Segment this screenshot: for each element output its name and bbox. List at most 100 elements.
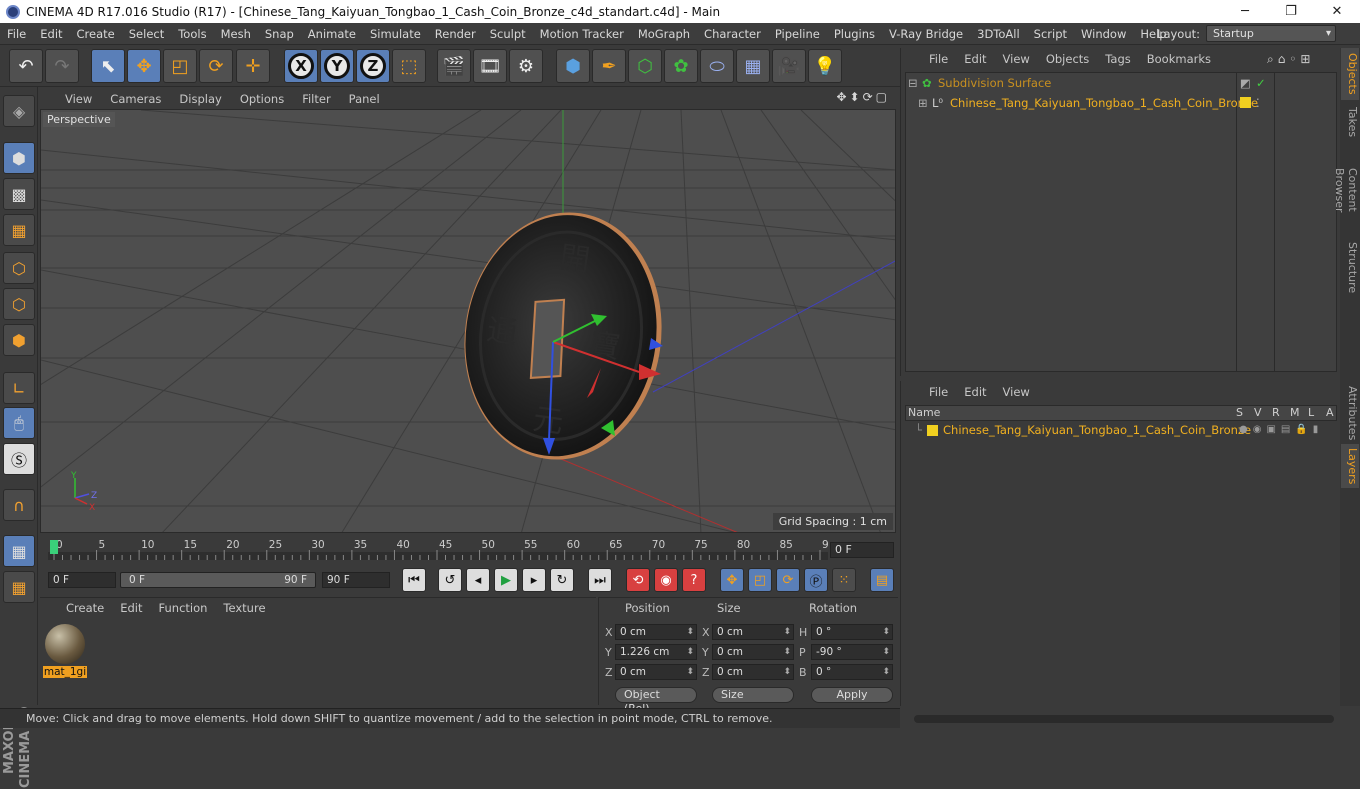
size-z-field[interactable]: 0 cm <box>712 664 794 680</box>
rot-b-field[interactable]: 0 ° <box>811 664 893 680</box>
layer-row[interactable]: └ Chinese_Tang_Kaiyuan_Tongbao_1_Cash_Co… <box>905 421 1337 439</box>
redo-icon[interactable]: ↷ <box>45 49 79 83</box>
viewport-navigation-icons[interactable]: ✥⬍⟳▢ <box>836 90 890 104</box>
tab-content-browser[interactable]: Content Browser <box>1333 144 1359 236</box>
snapping-icon[interactable]: Ⓢ <box>3 443 35 475</box>
material-menu-edit[interactable]: Edit <box>112 601 150 615</box>
rot-h-field[interactable]: 0 ° <box>811 624 893 640</box>
previous-frame-button[interactable]: ◂ <box>466 568 490 592</box>
scale-tool-icon[interactable]: ◰ <box>163 49 197 83</box>
end-frame-field[interactable]: 90 F <box>322 572 390 588</box>
menu-window[interactable]: Window <box>1074 27 1133 41</box>
viewport-menu-view[interactable]: View <box>56 92 101 106</box>
maximize-button[interactable]: ❐ <box>1268 0 1314 23</box>
go-to-start-button[interactable]: ⏮ <box>402 568 426 592</box>
menu-create[interactable]: Create <box>70 27 122 41</box>
subdivision-surface-icon[interactable]: ⬡ <box>628 49 662 83</box>
object-menu-file[interactable]: File <box>921 52 956 66</box>
viewport-menu-panel[interactable]: Panel <box>340 92 389 106</box>
coordinate-mode-dropdown[interactable]: Object (Rel) <box>615 687 697 715</box>
material-swatch[interactable]: mat_1gi <box>43 622 87 680</box>
menu-snap[interactable]: Snap <box>258 27 301 41</box>
object-menu-tags[interactable]: Tags <box>1097 52 1138 66</box>
floor-icon[interactable]: ▦ <box>736 49 770 83</box>
minimize-button[interactable]: ─ <box>1222 0 1268 23</box>
pos-y-field[interactable]: 1.226 cm <box>615 644 697 660</box>
timeline-window-icon[interactable]: ▤ <box>870 568 894 592</box>
apply-button[interactable]: Apply <box>811 687 893 703</box>
render-view-icon[interactable]: 🎬 <box>437 49 471 83</box>
workplane-mode-icon[interactable]: ▦ <box>3 214 35 246</box>
recent-tools-icon[interactable]: ✛ <box>236 49 270 83</box>
menu-vray-bridge[interactable]: V-Ray Bridge <box>882 27 970 41</box>
play-button[interactable]: ▶ <box>494 568 518 592</box>
tab-takes[interactable]: Takes <box>1341 102 1359 142</box>
key-rotation-icon[interactable]: ⟳ <box>776 568 800 592</box>
layer-menu-view[interactable]: View <box>995 385 1038 399</box>
cloner-icon[interactable]: ✿ <box>664 49 698 83</box>
key-position-icon[interactable]: ✥ <box>720 568 744 592</box>
viewport-menu-cameras[interactable]: Cameras <box>101 92 170 106</box>
tab-objects[interactable]: Objects <box>1341 48 1359 100</box>
menu-3dtoall[interactable]: 3DToAll <box>970 27 1027 41</box>
planar-workplane-icon[interactable]: ▦ <box>3 571 35 603</box>
key-parameter-icon[interactable]: Ⓟ <box>804 568 828 592</box>
live-selection-icon[interactable]: ⬉ <box>91 49 125 83</box>
light-icon[interactable]: 💡 <box>808 49 842 83</box>
rotate-tool-icon[interactable]: ⟳ <box>199 49 233 83</box>
viewport-menu-filter[interactable]: Filter <box>293 92 339 106</box>
object-menu-view[interactable]: View <box>995 52 1038 66</box>
rot-p-field[interactable]: -90 ° <box>811 644 893 660</box>
tab-attributes[interactable]: Attributes <box>1341 382 1359 442</box>
tab-structure[interactable]: Structure <box>1341 238 1359 298</box>
texture-mode-icon[interactable]: ▩ <box>3 178 35 210</box>
axis-mode-icon[interactable]: ∟ <box>3 372 35 404</box>
size-mode-dropdown[interactable]: Size <box>712 687 794 703</box>
edit-render-settings-icon[interactable]: ⚙ <box>509 49 543 83</box>
key-pla-icon[interactable]: ⁙ <box>832 568 856 592</box>
points-mode-icon[interactable]: ⬡ <box>3 252 35 284</box>
material-menu-create[interactable]: Create <box>58 601 112 615</box>
layer-color-swatch[interactable] <box>1240 97 1251 108</box>
menu-tools[interactable]: Tools <box>171 27 213 41</box>
enabled-check-icon[interactable]: ✓ <box>1256 73 1266 93</box>
menu-render[interactable]: Render <box>428 27 483 41</box>
object-menu-edit[interactable]: Edit <box>956 52 994 66</box>
size-y-field[interactable]: 0 cm <box>712 644 794 660</box>
size-x-field[interactable]: 0 cm <box>712 624 794 640</box>
tab-layers[interactable]: Layers <box>1341 444 1359 488</box>
object-menu-bookmarks[interactable]: Bookmarks <box>1139 52 1219 66</box>
model-mode-icon[interactable]: ⬢ <box>3 142 35 174</box>
pos-z-field[interactable]: 0 cm <box>615 664 697 680</box>
visibility-dots-icon[interactable]: ⁚ <box>1256 93 1260 113</box>
previous-key-button[interactable]: ↺ <box>438 568 462 592</box>
keyframe-selection-icon[interactable]: ? <box>682 568 706 592</box>
y-axis-lock-button[interactable]: Y <box>320 49 354 83</box>
menu-sculpt[interactable]: Sculpt <box>483 27 533 41</box>
layer-menu-edit[interactable]: Edit <box>956 385 994 399</box>
menu-character[interactable]: Character <box>697 27 768 41</box>
pos-x-field[interactable]: 0 cm <box>615 624 697 640</box>
object-search-nav-icons[interactable]: ⌕⌂◦⊞ <box>1267 52 1314 67</box>
pen-spline-icon[interactable]: ✒ <box>592 49 626 83</box>
layer-color-swatch[interactable] <box>927 425 938 436</box>
menu-plugins[interactable]: Plugins <box>827 27 882 41</box>
menu-edit[interactable]: Edit <box>33 27 69 41</box>
edges-mode-icon[interactable]: ⬡ <box>3 288 35 320</box>
coordinate-system-icon[interactable]: ⬚ <box>392 49 426 83</box>
object-row-coin[interactable]: ⊞ L⁰ Chinese_Tang_Kaiyuan_Tongbao_1_Cash… <box>906 93 1336 113</box>
viewport-menu-options[interactable]: Options <box>231 92 293 106</box>
horizontal-scrollbar[interactable] <box>914 715 1334 723</box>
polygons-mode-icon[interactable]: ⬢ <box>3 324 35 356</box>
menu-mograph[interactable]: MoGraph <box>631 27 697 41</box>
locked-workplane-icon[interactable]: ▦ <box>3 535 35 567</box>
magnet-icon[interactable]: ∩ <box>3 489 35 521</box>
autokeying-icon[interactable]: ◉ <box>654 568 678 592</box>
camera-icon[interactable]: 🎥 <box>772 49 806 83</box>
perspective-viewport[interactable]: 開 元 通 寶 Y Z X Perspective Grid Spacing:… <box>40 109 896 533</box>
next-key-button[interactable]: ↻ <box>550 568 574 592</box>
object-row-subdivision-surface[interactable]: ⊟ ✿ Subdivision Surface ◩ ✓ <box>906 73 1336 93</box>
current-frame-field[interactable]: 0 F <box>830 542 894 558</box>
viewport-menu-display[interactable]: Display <box>170 92 230 106</box>
layout-dropdown[interactable]: Startup <box>1206 25 1336 42</box>
